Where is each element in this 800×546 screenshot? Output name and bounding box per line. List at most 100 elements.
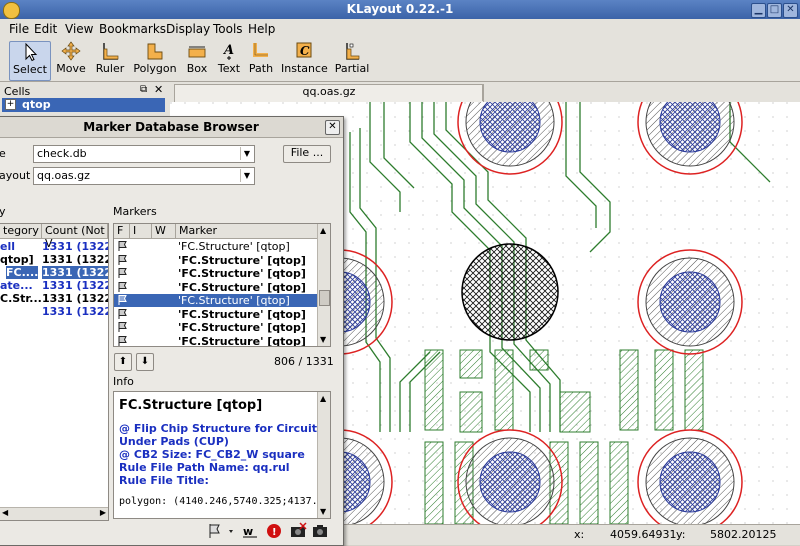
file-button[interactable]: File ... (283, 145, 331, 163)
layout-select[interactable]: qq.oas.gz ▼ (33, 167, 255, 185)
marker-text: 'FC.Structure' [qtop] (178, 334, 306, 347)
cell-row-qtop[interactable]: + qtop (2, 98, 165, 112)
scroll-down-icon[interactable]: ▼ (320, 335, 326, 344)
minimize-icon[interactable]: ▁ (751, 3, 766, 18)
menu-display[interactable]: Display (166, 22, 210, 36)
cells-close-icon[interactable]: ✕ (154, 83, 163, 96)
move-tool-button[interactable]: Move (54, 41, 88, 79)
count-column-header[interactable]: Count (Not V (42, 224, 108, 250)
svg-text:A: A (222, 43, 234, 58)
marker-row[interactable]: 'FC.Structure' [qtop] (114, 240, 317, 253)
info-panel[interactable]: FC.Structure [qtop] @ Flip Chip Structur… (113, 391, 331, 519)
exclamation-icon: ! (267, 524, 281, 538)
flag-icon[interactable] (117, 294, 129, 306)
camera-remove-icon (291, 522, 307, 537)
marker-text: 'FC.Structure' [qtop] (178, 267, 306, 280)
waive-w-icon: w (243, 525, 257, 538)
path-tool-button[interactable]: Path (247, 41, 275, 79)
snapshot-button[interactable] (311, 521, 329, 541)
category-count: 1331 (1322) (42, 279, 108, 292)
scroll-thumb[interactable] (319, 290, 330, 306)
layout-tab-bar: qq.oas.gz (170, 82, 800, 103)
polygon-tool-button[interactable]: Polygon (133, 41, 177, 79)
info-details: @ Flip Chip Structure for Circuits Under… (119, 422, 324, 487)
category-name: ate... (0, 279, 33, 292)
y-coordinate: 5802.20125 (710, 528, 777, 541)
important-button[interactable]: ! (265, 521, 283, 541)
category-row[interactable]: C.Str...1331 (1322) (0, 292, 108, 305)
category-count: 1331 (1322) (42, 266, 108, 279)
expand-icon[interactable]: + (5, 99, 16, 110)
database-select[interactable]: check.db ▼ (33, 145, 255, 163)
flag-icon[interactable] (117, 240, 129, 252)
snapshot-remove-button[interactable] (289, 521, 307, 541)
marker-header-w[interactable]: W (152, 224, 176, 239)
flag-menu-button[interactable] (205, 521, 237, 541)
flag-icon[interactable] (117, 254, 129, 266)
next-marker-button[interactable]: ⬇ (136, 353, 154, 371)
layout-tab[interactable]: qq.oas.gz (174, 84, 484, 102)
marker-row[interactable]: 'FC.Structure' [qtop] (114, 294, 317, 307)
undock-icon[interactable]: ⧉ (140, 84, 147, 95)
category-row[interactable]: ell 1331 (1322) (0, 240, 108, 253)
marker-row[interactable]: 'FC.Structure' [qtop] (114, 308, 317, 321)
partial-icon (346, 43, 360, 60)
cell-name: qtop (22, 98, 51, 111)
info-vscrollbar[interactable]: ▲ ▼ (317, 392, 330, 518)
menu-view[interactable]: View (65, 22, 93, 36)
category-row[interactable]: ate... 1331 (1322) (0, 279, 108, 292)
category-label: y (0, 205, 6, 218)
marker-row[interactable]: 'FC.Structure' [qtop] (114, 281, 317, 294)
partial-tool-button[interactable]: Partial (334, 41, 370, 79)
marker-row[interactable]: 'FC.Structure' [qtop] (114, 267, 317, 280)
chevron-down-icon: ▼ (240, 169, 253, 182)
marker-text: 'FC.Structure' [qtop] (178, 307, 306, 321)
category-row[interactable]: qtop] 1331 (1322) (0, 253, 108, 266)
category-column-header[interactable]: tegory (0, 224, 42, 239)
marker-header-f[interactable]: F (114, 224, 130, 239)
menu-bookmarks[interactable]: Bookmarks (99, 22, 166, 36)
marker-row[interactable]: 'FC.Structure' [qtop] (114, 321, 317, 334)
category-row[interactable]: 1331 (1322) (0, 305, 108, 318)
close-icon[interactable]: ✕ (783, 3, 798, 18)
markers-label: Markers (113, 205, 157, 218)
category-hscrollbar[interactable]: ◀ ▶ (0, 507, 108, 520)
scroll-up-icon[interactable]: ▲ (320, 394, 326, 403)
scroll-up-icon[interactable]: ▲ (320, 226, 326, 235)
flag-icon[interactable] (117, 267, 129, 279)
marker-header-i[interactable]: I (130, 224, 152, 239)
marker-row[interactable]: 'FC.Structure' [qtop] (114, 334, 317, 347)
maximize-icon[interactable]: □ (767, 3, 782, 18)
dialog-close-icon[interactable]: ✕ (325, 120, 340, 135)
flag-icon[interactable] (117, 308, 129, 320)
dialog-title-bar: Marker Database Browser ✕ (0, 117, 343, 138)
category-name: qtop] (0, 253, 34, 266)
flag-icon[interactable] (117, 321, 129, 333)
menu-tools[interactable]: Tools (213, 22, 243, 36)
box-tool-button[interactable]: Box (184, 41, 210, 79)
polygon-icon (147, 43, 163, 60)
menu-help[interactable]: Help (248, 22, 275, 36)
waive-button[interactable]: w (241, 521, 259, 541)
flag-icon[interactable] (117, 281, 129, 293)
menu-file[interactable]: File (9, 22, 29, 36)
instance-tool-button[interactable]: C Instance (281, 41, 328, 79)
select-tool-button[interactable]: Select (9, 41, 51, 81)
scroll-left-icon[interactable]: ◀ (2, 508, 8, 517)
text-tool-button[interactable]: A Text (216, 41, 242, 79)
category-row[interactable]: FC....1331 (1322) (0, 266, 108, 279)
marker-header-marker[interactable]: Marker (176, 224, 318, 239)
previous-marker-button[interactable]: ⬆ (114, 353, 132, 371)
scroll-right-icon[interactable]: ▶ (100, 508, 106, 517)
category-table[interactable]: tegory Count (Not V ell 1331 (1322) qtop] 1… (0, 223, 109, 521)
flag-icon (209, 524, 233, 538)
markers-table[interactable]: F I W Marker 'FC.Structure' [qtop] 'FC.St… (113, 223, 331, 347)
dialog-title: Marker Database Browser (83, 120, 259, 134)
text-icon: A (222, 43, 234, 60)
scroll-down-icon[interactable]: ▼ (320, 507, 326, 516)
marker-row[interactable]: 'FC.Structure' [qtop] (114, 254, 317, 267)
markers-vscrollbar[interactable]: ▲ ▼ (317, 224, 330, 346)
menu-edit[interactable]: Edit (34, 22, 57, 36)
flag-icon[interactable] (117, 335, 129, 347)
ruler-tool-button[interactable]: Ruler (93, 41, 127, 79)
